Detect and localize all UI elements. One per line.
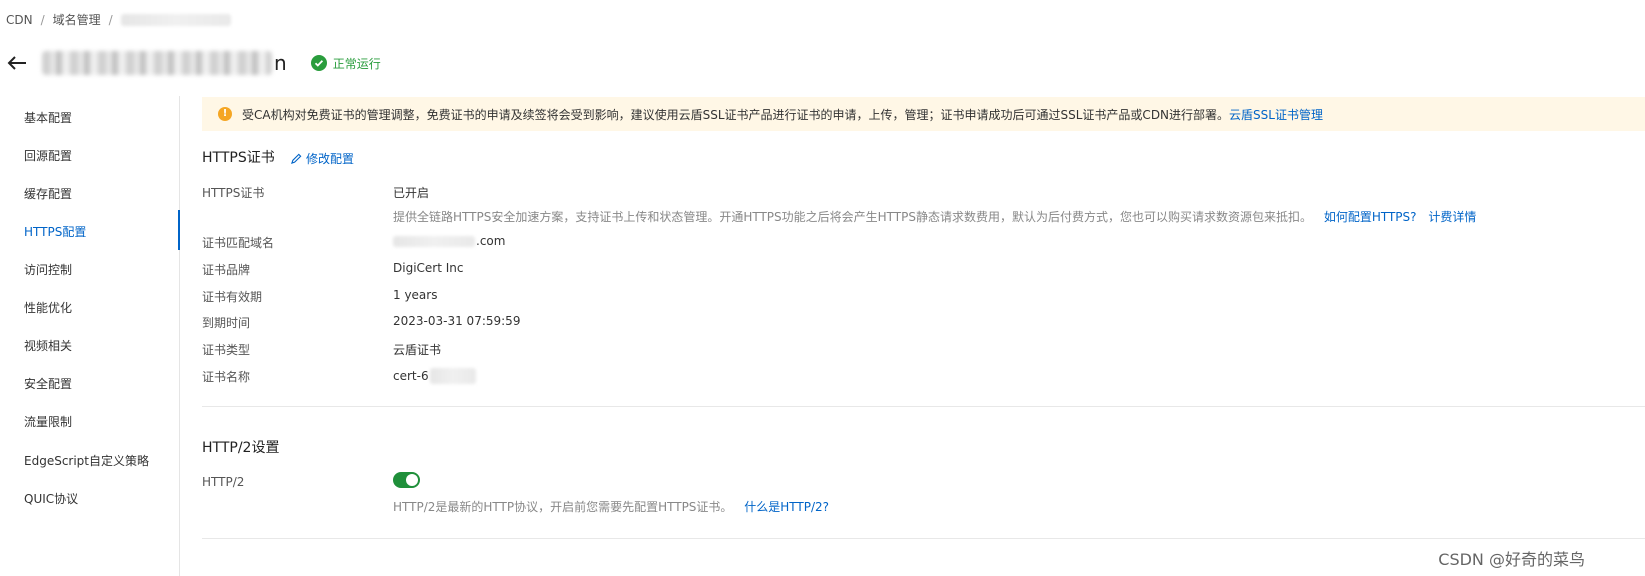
pencil-icon xyxy=(291,153,302,164)
domain-name-redacted xyxy=(42,51,272,75)
billing-details-link[interactable]: 计费详情 xyxy=(1428,210,1476,224)
cert-brand-value: DigiCert Inc xyxy=(393,261,464,275)
how-to-configure-https-link[interactable]: 如何配置HTTPS? xyxy=(1324,210,1417,224)
http2-hint: HTTP/2是最新的HTTP协议，开启前您需要先配置HTTPS证书。 什么是HT… xyxy=(393,498,829,515)
https-description-text: 提供全链路HTTPS安全加速方案，支持证书上传和状态管理。开通HTTPS功能之后… xyxy=(393,210,1312,224)
breadcrumb: CDN / 域名管理 / xyxy=(6,11,231,28)
sidebar-item-https[interactable]: HTTPS配置 xyxy=(24,222,86,242)
sidebar: 基本配置 回源配置 缓存配置 HTTPS配置 访问控制 性能优化 视频相关 安全… xyxy=(0,96,180,576)
sidebar-active-indicator xyxy=(178,210,180,250)
expiry-time-value: 2023-03-31 07:59:59 xyxy=(393,314,521,328)
status-badge: 正常运行 xyxy=(310,55,381,72)
http2-label: HTTP/2 xyxy=(202,475,245,489)
warning-icon: ! xyxy=(218,107,232,121)
sidebar-item-security[interactable]: 安全配置 xyxy=(24,374,72,394)
what-is-http2-link[interactable]: 什么是HTTP/2? xyxy=(744,500,829,514)
domain-name-tail: n xyxy=(274,51,287,75)
cert-validity-label: 证书有效期 xyxy=(202,290,263,304)
sidebar-item-access-control[interactable]: 访问控制 xyxy=(24,260,72,280)
watermark: CSDN @好奇的菜鸟 xyxy=(1438,550,1585,569)
breadcrumb-separator: / xyxy=(40,12,45,27)
cert-domain-suffix: .com xyxy=(476,234,506,248)
section-divider xyxy=(202,538,1645,539)
edit-config-button[interactable]: 修改配置 xyxy=(291,150,354,167)
sidebar-item-origin[interactable]: 回源配置 xyxy=(24,146,72,166)
cert-type-label: 证书类型 xyxy=(202,343,251,357)
cert-validity-value: 1 years xyxy=(393,288,438,302)
sidebar-item-performance[interactable]: 性能优化 xyxy=(24,298,72,318)
cert-domain-redacted xyxy=(393,235,475,247)
http2-hint-text: HTTP/2是最新的HTTP协议，开启前您需要先配置HTTPS证书。 xyxy=(393,500,733,514)
https-cert-value: 已开启 xyxy=(393,186,430,200)
sidebar-item-traffic-limit[interactable]: 流量限制 xyxy=(24,412,72,432)
breadcrumb-separator: / xyxy=(108,12,113,27)
cert-name-redacted xyxy=(429,368,476,384)
edit-config-label: 修改配置 xyxy=(306,152,355,166)
breadcrumb-domain-management[interactable]: 域名管理 xyxy=(53,11,101,28)
sidebar-item-video[interactable]: 视频相关 xyxy=(24,336,72,356)
cert-name-prefix: cert-6 xyxy=(393,369,429,383)
breadcrumb-cdn[interactable]: CDN xyxy=(6,13,33,27)
cert-name-value: cert-6 xyxy=(393,368,476,384)
section-divider xyxy=(202,406,1645,407)
arrow-left-icon xyxy=(7,56,26,70)
page-header: n 正常运行 xyxy=(0,46,381,80)
sidebar-item-quic[interactable]: QUIC协议 xyxy=(24,489,78,509)
https-cert-label: HTTPS证书 xyxy=(202,186,265,200)
https-section-title: HTTPS证书 xyxy=(202,150,275,166)
page: CDN / 域名管理 / n 正常运行 基本配置 回源配置 缓存配置 HTTPS… xyxy=(0,0,1645,576)
check-circle-icon xyxy=(310,55,327,71)
expiry-time-label: 到期时间 xyxy=(202,316,251,330)
notice-banner: ! 受CA机构对免费证书的管理调整，免费证书的申请及续签将会受到影响，建议使用云… xyxy=(202,97,1645,131)
cert-type-value: 云盾证书 xyxy=(393,343,442,357)
cert-domain-label: 证书匹配域名 xyxy=(202,236,275,250)
toggle-knob xyxy=(406,474,418,486)
cert-brand-label: 证书品牌 xyxy=(202,263,251,277)
ssl-cert-management-link[interactable]: 云盾SSL证书管理 xyxy=(1229,106,1323,123)
http2-toggle[interactable] xyxy=(393,472,420,488)
notice-text: 受CA机构对免费证书的管理调整，免费证书的申请及续签将会受到影响，建议使用云盾S… xyxy=(242,107,1230,122)
cert-name-label: 证书名称 xyxy=(202,370,251,384)
status-text: 正常运行 xyxy=(332,56,381,71)
breadcrumb-current-redacted xyxy=(120,13,231,26)
http2-section-title: HTTP/2设置 xyxy=(202,440,280,456)
sidebar-item-edgescript[interactable]: EdgeScript自定义策略 xyxy=(24,451,149,471)
sidebar-item-basic[interactable]: 基本配置 xyxy=(24,108,72,128)
sidebar-item-cache[interactable]: 缓存配置 xyxy=(24,184,72,204)
cert-domain-value: .com xyxy=(393,234,505,248)
back-button[interactable] xyxy=(2,48,32,78)
https-description: 提供全链路HTTPS安全加速方案，支持证书上传和状态管理。开通HTTPS功能之后… xyxy=(393,208,1476,225)
